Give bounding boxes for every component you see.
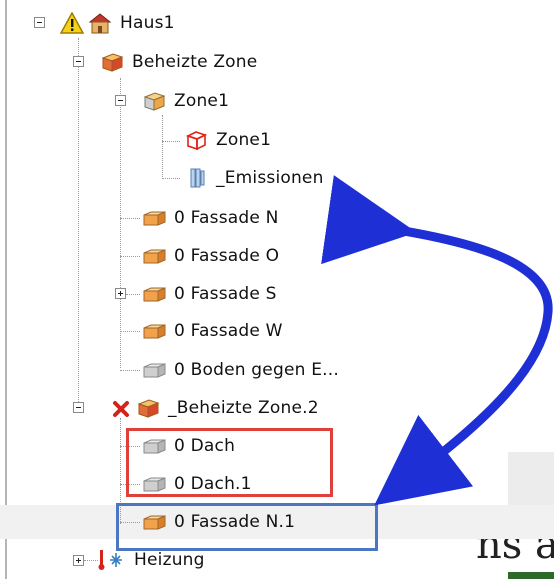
tree-item-fassade-w[interactable]: 0 Fassade W	[142, 316, 283, 346]
warning-icon	[60, 12, 84, 34]
tree-item-fassade-n[interactable]: 0 Fassade N	[142, 203, 279, 233]
annotation-box-red	[126, 428, 333, 497]
wall-icon	[142, 283, 166, 305]
tree-item-label: Zone1	[216, 130, 272, 150]
tree-item-label: Haus1	[120, 13, 175, 33]
collapse-toggle-zone1[interactable]	[115, 95, 126, 106]
wall-icon	[142, 207, 166, 229]
tree-item-emissionen[interactable]: _Emissionen	[184, 163, 324, 193]
tree-item-label: 0 Fassade W	[174, 321, 283, 341]
tree-item-label: Zone1	[174, 91, 230, 111]
panel-border	[5, 0, 7, 579]
radiator-icon	[184, 167, 208, 189]
house-icon	[88, 12, 112, 34]
heated-zone-icon	[136, 397, 160, 419]
expand-toggle-fassade-s[interactable]	[115, 288, 126, 299]
heated-zone-icon	[100, 51, 124, 73]
tree-item-label: 0 Fassade S	[174, 284, 277, 304]
tree-item-zone1-group[interactable]: Zone1	[142, 86, 229, 116]
collapse-toggle-beheizte-zone-2[interactable]	[73, 402, 84, 413]
floor-icon	[142, 359, 166, 381]
wall-icon	[142, 245, 166, 267]
tree-item-label: Heizung	[134, 550, 205, 570]
collapse-toggle-haus1[interactable]	[34, 17, 45, 28]
heating-icon	[96, 549, 126, 571]
background-strip	[508, 572, 554, 579]
tree-item-label: 0 Fassade N	[174, 208, 279, 228]
tree-item-beheizte-zone-2[interactable]: _Beheizte Zone.2	[112, 393, 319, 423]
tree-item-zone1[interactable]: Zone1	[184, 125, 271, 155]
tree-item-haus1[interactable]: Haus1	[60, 8, 175, 38]
tree-item-label: _Emissionen	[216, 168, 324, 188]
tree-item-label: 0 Fassade O	[174, 246, 280, 266]
tree-item-label: Beheizte Zone	[132, 52, 258, 72]
annotation-box-blue	[116, 503, 378, 551]
tree-item-fassade-o[interactable]: 0 Fassade O	[142, 241, 279, 271]
zone-cube-icon	[184, 129, 208, 151]
tree-item-label: 0 Boden gegen E...	[174, 360, 339, 380]
collapse-toggle-beheizte-zone[interactable]	[73, 56, 84, 67]
tree-item-fassade-s[interactable]: 0 Fassade S	[142, 279, 277, 309]
tree-item-label: _Beheizte Zone.2	[168, 398, 319, 418]
tree-item-boden[interactable]: 0 Boden gegen E...	[142, 355, 339, 385]
error-icon	[112, 397, 130, 419]
wall-icon	[142, 320, 166, 342]
tree-item-beheizte-zone[interactable]: Beheizte Zone	[100, 47, 257, 77]
zone-group-icon	[142, 90, 166, 112]
expand-toggle-heizung[interactable]	[73, 555, 84, 566]
